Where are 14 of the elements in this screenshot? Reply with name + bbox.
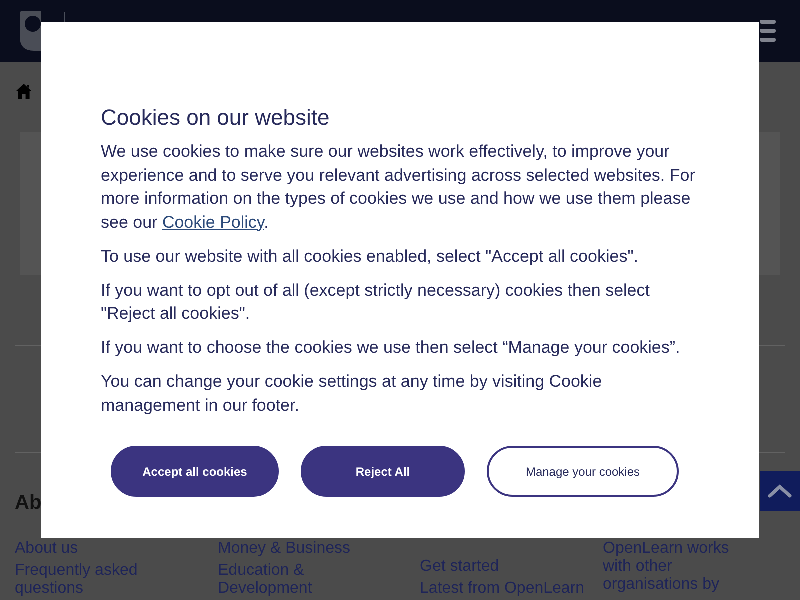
back-to-top-button[interactable] <box>760 471 800 511</box>
manage-cookies-button[interactable]: Manage your cookies <box>487 446 679 497</box>
dialog-text: We use cookies to make sure our websites work effectively, to improve your experience and to serve you relevant advertising across selected websites. For more information on the types of cookies we use and how we use them please see our Cookie Policy. <box>101 141 696 234</box>
dialog-text: To use our website with all cookies enabled, select "Accept all cookies". <box>101 246 640 268</box>
dialog-text: If you want to opt out of all (except strictly necessary) cookies then select "Reject all cookies". <box>101 280 651 325</box>
dialog-text: You can change your cookie settings at any time by visiting Cookie management in our footer. <box>101 371 604 416</box>
footer-heading: Ab <box>15 491 42 515</box>
chevron-up-icon <box>768 484 792 498</box>
cookie-policy-link[interactable]: Cookie Policy <box>162 212 264 232</box>
reject-all-button[interactable]: Reject All <box>301 446 465 497</box>
accept-all-button[interactable]: Accept all cookies <box>111 446 279 497</box>
dialog-title: Cookies on our website <box>101 105 330 131</box>
menu-icon[interactable] <box>760 20 776 42</box>
dialog-text: If you want to choose the cookies we use then select “Manage your cookies”. <box>101 337 682 359</box>
